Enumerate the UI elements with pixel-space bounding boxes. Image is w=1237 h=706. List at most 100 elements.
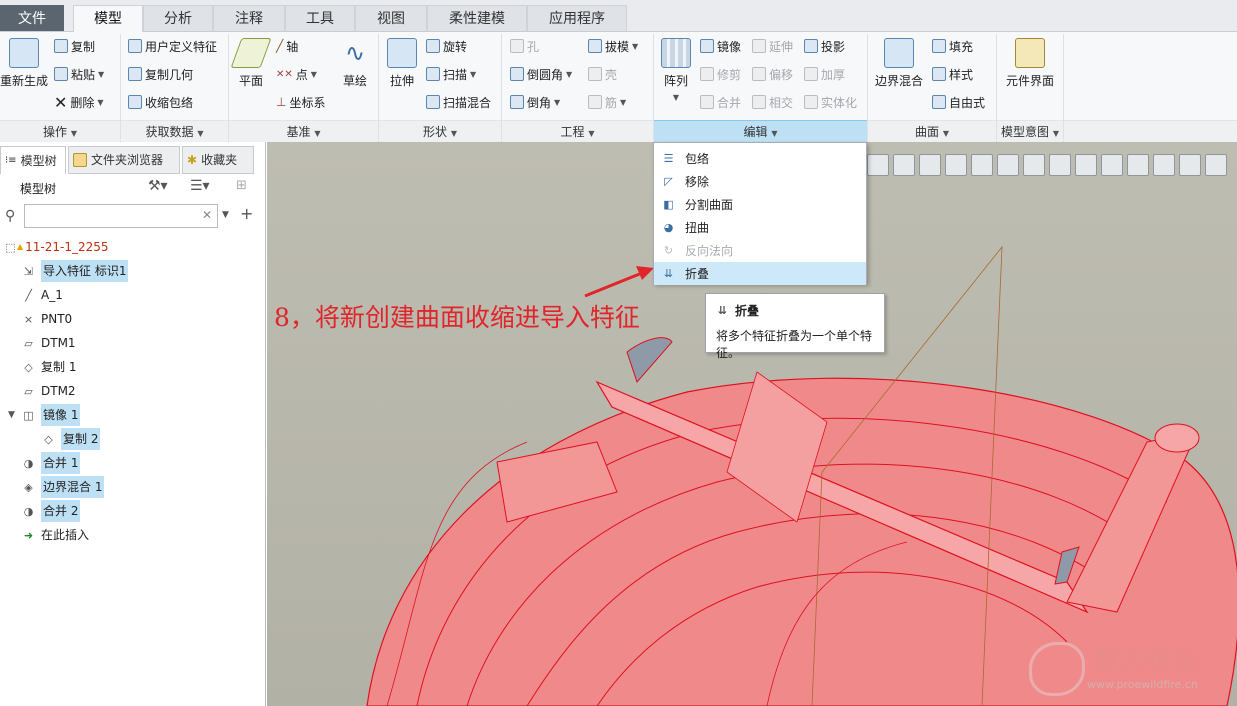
tree-item[interactable]: ⬚ ▲ 11-21-1_2255 <box>4 236 108 258</box>
clear-icon[interactable]: ✕ <box>202 208 212 222</box>
round-button[interactable]: 倒圆角 ▼ <box>510 64 572 84</box>
annotation-arrow <box>584 266 654 298</box>
revolve-icon <box>426 39 440 53</box>
paste-button[interactable]: 粘贴 ▼ <box>54 64 104 84</box>
tab-applications[interactable]: 应用程序 <box>527 5 627 31</box>
merge-icon: ◑ <box>23 456 34 470</box>
axis-button[interactable]: ╱ 轴 <box>276 36 298 56</box>
pattern-button[interactable]: 阵列 ▼ <box>658 38 694 103</box>
tree-item[interactable]: ▱ DTM1 <box>22 332 75 354</box>
tree-item[interactable]: ▱ DTM2 <box>22 380 75 402</box>
copy-geometry-button[interactable]: 复制几何 <box>128 64 193 84</box>
rib-button[interactable]: 筋 ▼ <box>588 92 626 112</box>
chevron-down-icon: ▼ <box>98 69 105 79</box>
tab-analysis[interactable]: 分析 <box>143 5 213 31</box>
chevron-down-icon[interactable]: ▼ <box>222 210 229 220</box>
draft-button[interactable]: 拔模 ▼ <box>588 36 638 56</box>
group-label-shapes[interactable]: 形状 ▼ <box>379 120 501 142</box>
dropdown-item[interactable]: ◧ 分割曲面 <box>654 193 866 216</box>
group-label-surfaces[interactable]: 曲面 ▼ <box>868 120 996 142</box>
tree-item[interactable]: ◇ 复制 2 <box>42 428 101 450</box>
style-button[interactable]: 样式 <box>932 64 973 84</box>
tab-model[interactable]: 模型 <box>73 5 143 32</box>
extrude-icon <box>387 38 417 68</box>
tree-columns-icon[interactable]: ⊞ <box>236 178 247 193</box>
chamfer-button[interactable]: 倒角 ▼ <box>510 92 560 112</box>
copy-button[interactable]: 复制 <box>54 36 95 56</box>
tab-view[interactable]: 视图 <box>355 5 427 31</box>
extend-button[interactable]: 延伸 <box>752 36 793 56</box>
dropdown-item[interactable]: ◸ 移除 <box>654 170 866 193</box>
tree-item[interactable]: ◑ 合并 2 <box>22 500 81 522</box>
tree-item[interactable]: ◈ 边界混合 1 <box>22 476 105 498</box>
hole-button[interactable]: 孔 <box>510 36 539 56</box>
tab-annotate[interactable]: 注释 <box>213 5 285 31</box>
dropdown-item[interactable]: ☰ 包络 <box>654 147 866 170</box>
show-list-icon[interactable]: ☰▾ <box>190 178 210 194</box>
tree-item[interactable]: ▼ ◫ 镜像 1 <box>8 404 81 426</box>
fill-button[interactable]: 填充 <box>932 36 973 56</box>
axis-icon: ╱ <box>276 39 284 53</box>
boundary-blend-icon <box>884 38 914 68</box>
tree-item[interactable]: × PNT0 <box>22 308 72 330</box>
group-label-datum[interactable]: 基准 ▼ <box>229 120 378 142</box>
sketch-button[interactable]: ∿ 草绘 <box>338 38 372 89</box>
tab-model-tree[interactable]: ⁝≡ 模型树 <box>0 146 66 174</box>
group-label-operations[interactable]: 操作 ▼ <box>0 120 120 142</box>
group-label-get-data[interactable]: 获取数据 ▼ <box>121 120 228 142</box>
revolve-button[interactable]: 旋转 <box>426 36 467 56</box>
datum-plane-icon: ▱ <box>24 336 33 350</box>
project-button[interactable]: 投影 <box>804 36 845 56</box>
boundary-blend-button[interactable]: 边界混合 <box>872 38 926 89</box>
expand-icon[interactable]: ▼ <box>8 404 15 426</box>
tab-tools[interactable]: 工具 <box>285 5 355 31</box>
tab-file[interactable]: 文件 <box>0 5 64 31</box>
dropdown-item-label: 反向法向 <box>685 244 734 258</box>
tab-favorites[interactable]: ✱ 收藏夹 <box>182 146 254 174</box>
dropdown-item-label: 包络 <box>685 152 710 166</box>
tree-item[interactable]: ➜ 在此插入 <box>22 524 89 546</box>
group-label-model-intent[interactable]: 模型意图 ▼ <box>997 120 1063 142</box>
offset-button[interactable]: 偏移 <box>752 64 793 84</box>
sweep-button[interactable]: 扫描 ▼ <box>426 64 476 84</box>
udf-button[interactable]: 用户定义特征 <box>128 36 217 56</box>
plane-button[interactable]: 平面 <box>230 38 272 89</box>
trim-button[interactable]: 修剪 <box>700 64 741 84</box>
tree-item[interactable]: ╱ A_1 <box>22 284 63 306</box>
chamfer-icon <box>510 95 524 109</box>
wrap-icon: ☰ <box>663 152 674 165</box>
tab-flexible-modeling[interactable]: 柔性建模 <box>427 5 527 31</box>
tooltip-header: ⇊ 折叠 <box>716 302 874 319</box>
dropdown-item[interactable]: ⇊ 折叠 <box>654 262 866 285</box>
csys-button[interactable]: ⊥ 坐标系 <box>276 92 325 112</box>
group-label-editing[interactable]: 编辑 ▼ <box>654 120 867 142</box>
tree-item[interactable]: ◑ 合并 1 <box>22 452 81 474</box>
freestyle-button[interactable]: 自由式 <box>932 92 985 112</box>
chevron-down-icon: ▼ <box>197 129 204 138</box>
tree-item[interactable]: ⇲ 导入特征 标识1 <box>22 260 129 282</box>
dropdown-item[interactable]: ◕ 扭曲 <box>654 216 866 239</box>
merge-icon: ◑ <box>23 504 34 518</box>
mirror-button[interactable]: 镜像 <box>700 36 741 56</box>
shell-button[interactable]: 壳 <box>588 64 617 84</box>
point-icon: ✕✕ <box>276 68 293 80</box>
extrude-button[interactable]: 拉伸 <box>384 38 420 89</box>
tab-folder-browser[interactable]: 文件夹浏览器 <box>68 146 180 174</box>
point-button[interactable]: ✕✕ 点 ▼ <box>276 64 317 84</box>
thicken-button[interactable]: 加厚 <box>804 64 845 84</box>
tree-settings-icon[interactable]: ⚒▾ <box>148 178 168 194</box>
filter-icon[interactable]: ⚲ <box>5 208 15 224</box>
tree-item[interactable]: ◇ 复制 1 <box>22 356 76 378</box>
add-filter-icon[interactable]: + <box>240 204 253 223</box>
swept-blend-button[interactable]: 扫描混合 <box>426 92 491 112</box>
shrinkwrap-button[interactable]: 收缩包络 <box>128 92 193 112</box>
merge-button[interactable]: 合并 <box>700 92 741 112</box>
delete-button[interactable]: ✕ 删除 ▼ <box>54 92 104 112</box>
regenerate-button[interactable]: 重新生成 <box>0 38 48 89</box>
solidify-button[interactable]: 实体化 <box>804 92 857 112</box>
intersect-button[interactable]: 相交 <box>752 92 793 112</box>
tree-search-input[interactable] <box>24 204 218 228</box>
dropdown-item[interactable]: ↻ 反向法向 <box>654 239 866 262</box>
group-label-engineering[interactable]: 工程 ▼ <box>502 120 653 142</box>
component-interface-button[interactable]: 元件界面 <box>1002 38 1058 89</box>
